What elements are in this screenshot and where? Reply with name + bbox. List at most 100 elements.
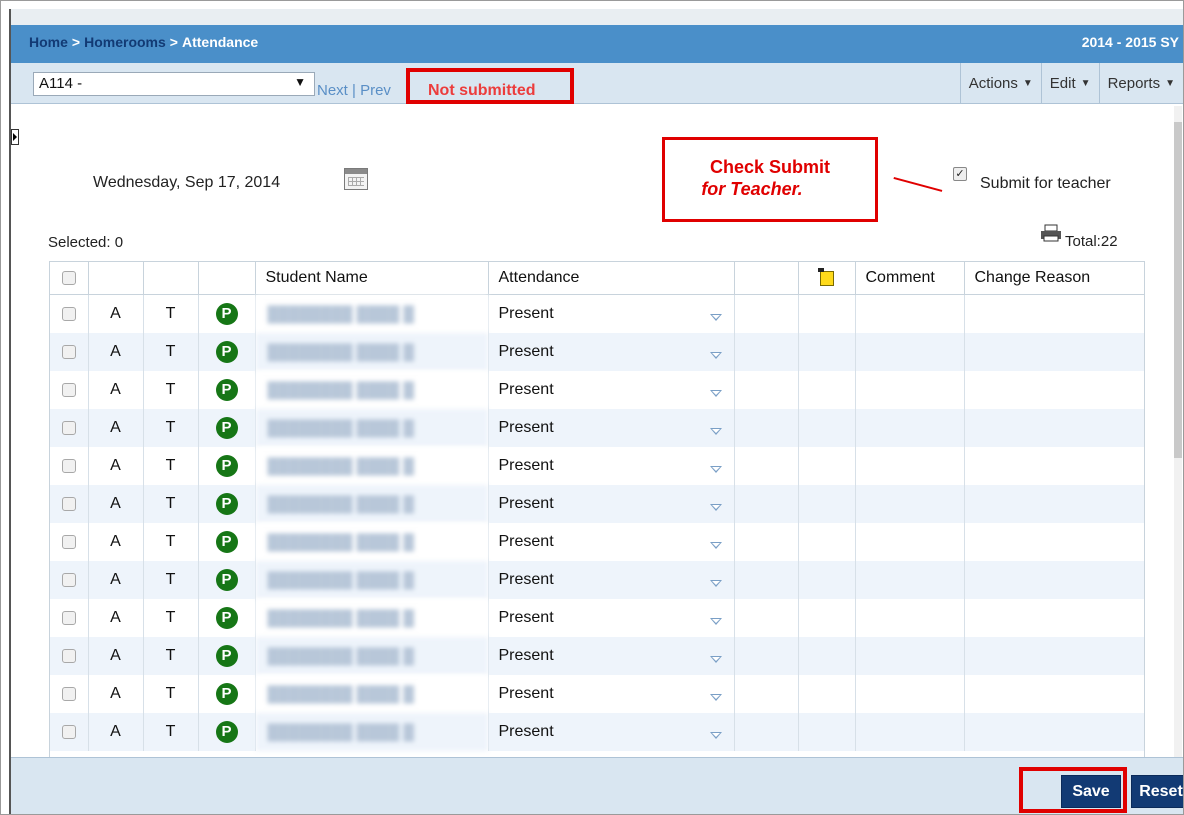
change-reason-cell[interactable]: [964, 371, 1144, 409]
present-icon[interactable]: P: [215, 683, 238, 705]
tardy-cell[interactable]: T: [143, 599, 199, 637]
printer-icon[interactable]: [1040, 224, 1062, 242]
comment-header[interactable]: Comment: [855, 262, 965, 295]
tardy-cell[interactable]: T: [143, 447, 199, 485]
attendance-dropdown-cell[interactable]: Present: [488, 637, 735, 675]
absent-cell[interactable]: A: [88, 599, 144, 637]
comment-cell[interactable]: [855, 409, 965, 447]
tardy-cell[interactable]: T: [143, 675, 199, 713]
present-icon[interactable]: P: [215, 645, 238, 667]
row-select-checkbox[interactable]: [61, 725, 76, 739]
absent-cell[interactable]: A: [88, 371, 144, 409]
breadcrumb-homerooms[interactable]: Homerooms: [84, 34, 166, 50]
comment-cell[interactable]: [855, 294, 965, 333]
comment-cell[interactable]: [855, 713, 965, 751]
change-reason-header[interactable]: Change Reason: [964, 262, 1144, 295]
absent-cell[interactable]: A: [88, 561, 144, 599]
tardy-cell[interactable]: T: [143, 294, 199, 333]
change-reason-cell[interactable]: [964, 561, 1144, 599]
tardy-cell[interactable]: T: [143, 485, 199, 523]
absent-cell[interactable]: A: [88, 294, 144, 333]
comment-cell[interactable]: [855, 333, 965, 371]
row-select-checkbox[interactable]: [61, 535, 76, 549]
comment-cell[interactable]: [855, 637, 965, 675]
calendar-icon[interactable]: [344, 168, 368, 190]
tardy-cell[interactable]: T: [143, 371, 199, 409]
change-reason-cell[interactable]: [964, 409, 1144, 447]
present-icon[interactable]: P: [215, 379, 238, 401]
absent-cell[interactable]: A: [88, 523, 144, 561]
edit-menu[interactable]: Edit ▼: [1040, 63, 1099, 103]
attendance-dropdown-cell[interactable]: Present: [488, 523, 735, 561]
row-select-checkbox[interactable]: [61, 345, 76, 359]
tardy-cell[interactable]: T: [143, 561, 199, 599]
absent-cell[interactable]: A: [88, 333, 144, 371]
present-icon[interactable]: P: [215, 721, 238, 743]
change-reason-cell[interactable]: [964, 675, 1144, 713]
present-icon[interactable]: P: [215, 493, 238, 515]
present-icon[interactable]: P: [215, 569, 238, 591]
row-select-checkbox[interactable]: [61, 611, 76, 625]
next-link[interactable]: Next: [317, 82, 348, 99]
absent-cell[interactable]: A: [88, 409, 144, 447]
row-select-checkbox[interactable]: [61, 383, 76, 397]
student-name-header[interactable]: Student Name: [255, 262, 489, 295]
absent-cell[interactable]: A: [88, 485, 144, 523]
present-icon[interactable]: P: [215, 303, 238, 325]
save-button[interactable]: Save: [1061, 775, 1121, 808]
attendance-dropdown-cell[interactable]: Present: [488, 561, 735, 599]
present-icon[interactable]: P: [215, 607, 238, 629]
change-reason-cell[interactable]: [964, 599, 1144, 637]
breadcrumb-home[interactable]: Home: [29, 34, 68, 50]
comment-cell[interactable]: [855, 599, 965, 637]
row-select-checkbox[interactable]: [61, 497, 76, 511]
tardy-cell[interactable]: T: [143, 523, 199, 561]
row-select-checkbox[interactable]: [61, 649, 76, 663]
absent-cell[interactable]: A: [88, 713, 144, 751]
expand-sidebar-icon[interactable]: [11, 129, 19, 145]
row-select-checkbox[interactable]: [61, 687, 76, 701]
change-reason-cell[interactable]: [964, 637, 1144, 675]
attendance-dropdown-cell[interactable]: Present: [488, 409, 735, 447]
scrollbar-thumb[interactable]: [1174, 122, 1182, 458]
tardy-cell[interactable]: T: [143, 713, 199, 751]
actions-menu[interactable]: Actions ▼: [959, 63, 1041, 103]
reports-menu[interactable]: Reports ▼: [1098, 63, 1183, 103]
row-select-checkbox[interactable]: [61, 307, 76, 321]
change-reason-cell[interactable]: [964, 294, 1144, 333]
absent-cell[interactable]: A: [88, 675, 144, 713]
attendance-header[interactable]: Attendance: [488, 262, 735, 295]
change-reason-cell[interactable]: [964, 333, 1144, 371]
attendance-dropdown-cell[interactable]: Present: [488, 333, 735, 371]
attendance-dropdown-cell[interactable]: Present: [488, 599, 735, 637]
present-icon[interactable]: P: [215, 531, 238, 553]
row-select-checkbox[interactable]: [61, 421, 76, 435]
change-reason-cell[interactable]: [964, 713, 1144, 751]
homeroom-select[interactable]: A114 - ▼: [33, 72, 315, 96]
submit-for-teacher-checkbox[interactable]: ✓: [953, 167, 967, 181]
comment-cell[interactable]: [855, 485, 965, 523]
prev-link[interactable]: Prev: [360, 82, 391, 99]
change-reason-cell[interactable]: [964, 485, 1144, 523]
attendance-dropdown-cell[interactable]: Present: [488, 713, 735, 751]
present-icon[interactable]: P: [215, 417, 238, 439]
comment-cell[interactable]: [855, 371, 965, 409]
attendance-dropdown-cell[interactable]: Present: [488, 675, 735, 713]
comment-cell[interactable]: [855, 561, 965, 599]
attendance-dropdown-cell[interactable]: Present: [488, 485, 735, 523]
change-reason-cell[interactable]: [964, 523, 1144, 561]
tardy-cell[interactable]: T: [143, 409, 199, 447]
comment-cell[interactable]: [855, 675, 965, 713]
row-select-checkbox[interactable]: [61, 573, 76, 587]
attendance-dropdown-cell[interactable]: Present: [488, 447, 735, 485]
row-select-checkbox[interactable]: [61, 459, 76, 473]
attendance-dropdown-cell[interactable]: Present: [488, 371, 735, 409]
absent-cell[interactable]: A: [88, 447, 144, 485]
reset-button[interactable]: Reset: [1131, 775, 1183, 808]
comment-cell[interactable]: [855, 447, 965, 485]
comment-cell[interactable]: [855, 523, 965, 561]
tardy-cell[interactable]: T: [143, 637, 199, 675]
attendance-dropdown-cell[interactable]: Present: [488, 294, 735, 333]
change-reason-cell[interactable]: [964, 447, 1144, 485]
tardy-cell[interactable]: T: [143, 333, 199, 371]
